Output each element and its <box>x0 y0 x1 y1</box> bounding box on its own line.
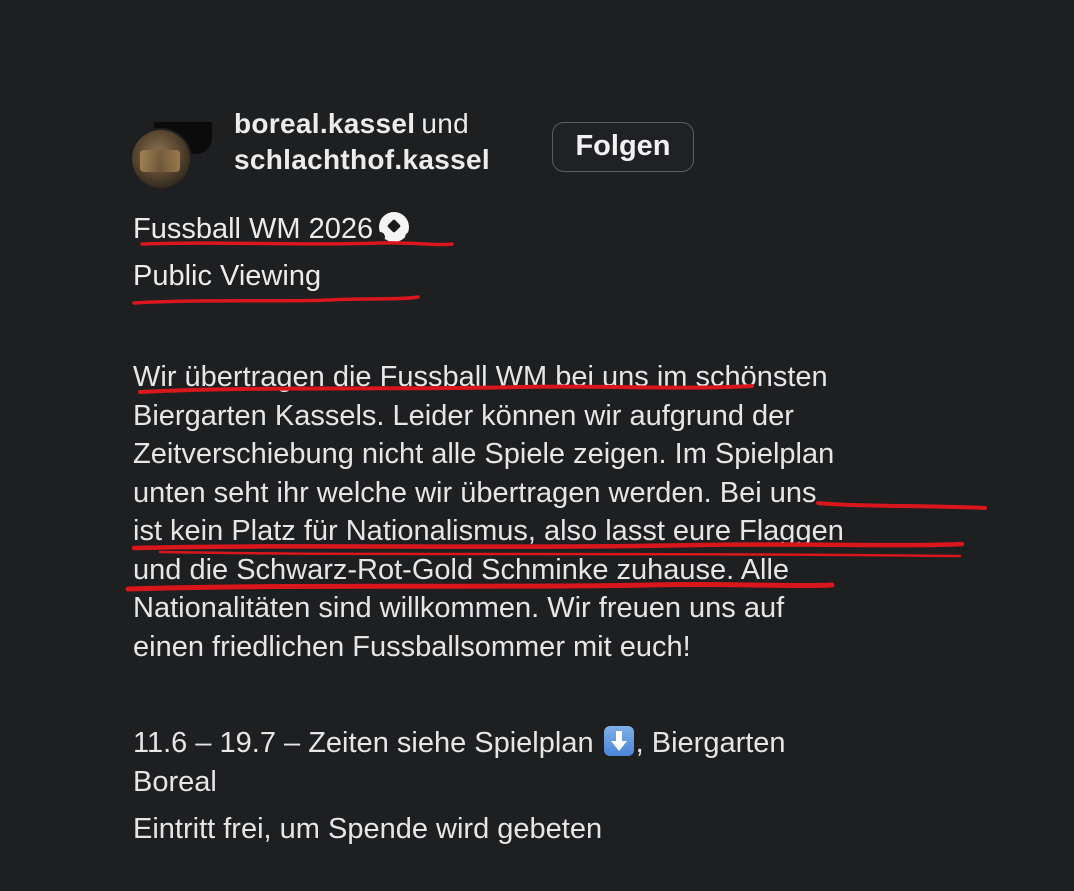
account-name-secondary[interactable]: schlachthof.kassel <box>234 144 490 176</box>
body-line: Wir übertragen die Fussball WM bei uns i… <box>133 361 828 393</box>
avatar-primary <box>132 130 190 188</box>
schedule-venue: , Biergarten <box>635 727 786 759</box>
post-title: Fussball WM 2026 <box>133 212 410 246</box>
post-subtitle: Public Viewing <box>133 260 322 292</box>
account-joiner: und <box>421 108 469 139</box>
body-line: einen friedlichen Fussballsommer mit euc… <box>133 630 691 663</box>
body-line: Nationalitäten sind willkommen. Wir freu… <box>133 592 785 624</box>
down-arrow-icon <box>603 726 634 756</box>
schedule-venue-line: Boreal <box>133 765 217 798</box>
body-line: Zeitverschiebung nicht alle Spiele zeige… <box>133 438 835 470</box>
follow-button[interactable]: Folgen <box>552 122 694 172</box>
post-title-text: Fussball WM 2026 <box>133 213 374 245</box>
collab-avatar[interactable] <box>132 122 212 188</box>
post-header: boreal.kassel und schlachthof.kassel Folg… <box>132 108 732 188</box>
body-line: und die Schwarz-Rot-Gold Schminke zuhaus… <box>133 553 790 586</box>
schedule-dates: 11.6 – 19.7 – Zeiten siehe Spielplan <box>133 727 594 759</box>
body-line: unten seht ihr welche wir übertragen wer… <box>133 476 817 509</box>
body-line: ist kein Platz für Nationalismus, also l… <box>133 515 844 547</box>
account-name-primary[interactable]: boreal.kassel <box>234 108 415 139</box>
post-body: Wir übertragen die Fussball WM bei uns i… <box>133 358 844 666</box>
instagram-post-screen: boreal.kassel und schlachthof.kassel Folg… <box>0 0 1074 891</box>
soccer-ball-icon <box>379 212 410 242</box>
entry-info: Eintritt frei, um Spende wird gebeten <box>133 813 603 845</box>
schedule-line: 11.6 – 19.7 – Zeiten siehe Spielplan , B… <box>133 724 786 763</box>
account-names-line1[interactable]: boreal.kassel und <box>234 108 469 140</box>
underline-subtitle <box>132 295 420 305</box>
avatar-photo <box>140 150 180 172</box>
body-line: Biergarten Kassels. Leider können wir au… <box>133 399 794 432</box>
schedule-info: 11.6 – 19.7 – Zeiten siehe Spielplan , B… <box>133 724 786 801</box>
